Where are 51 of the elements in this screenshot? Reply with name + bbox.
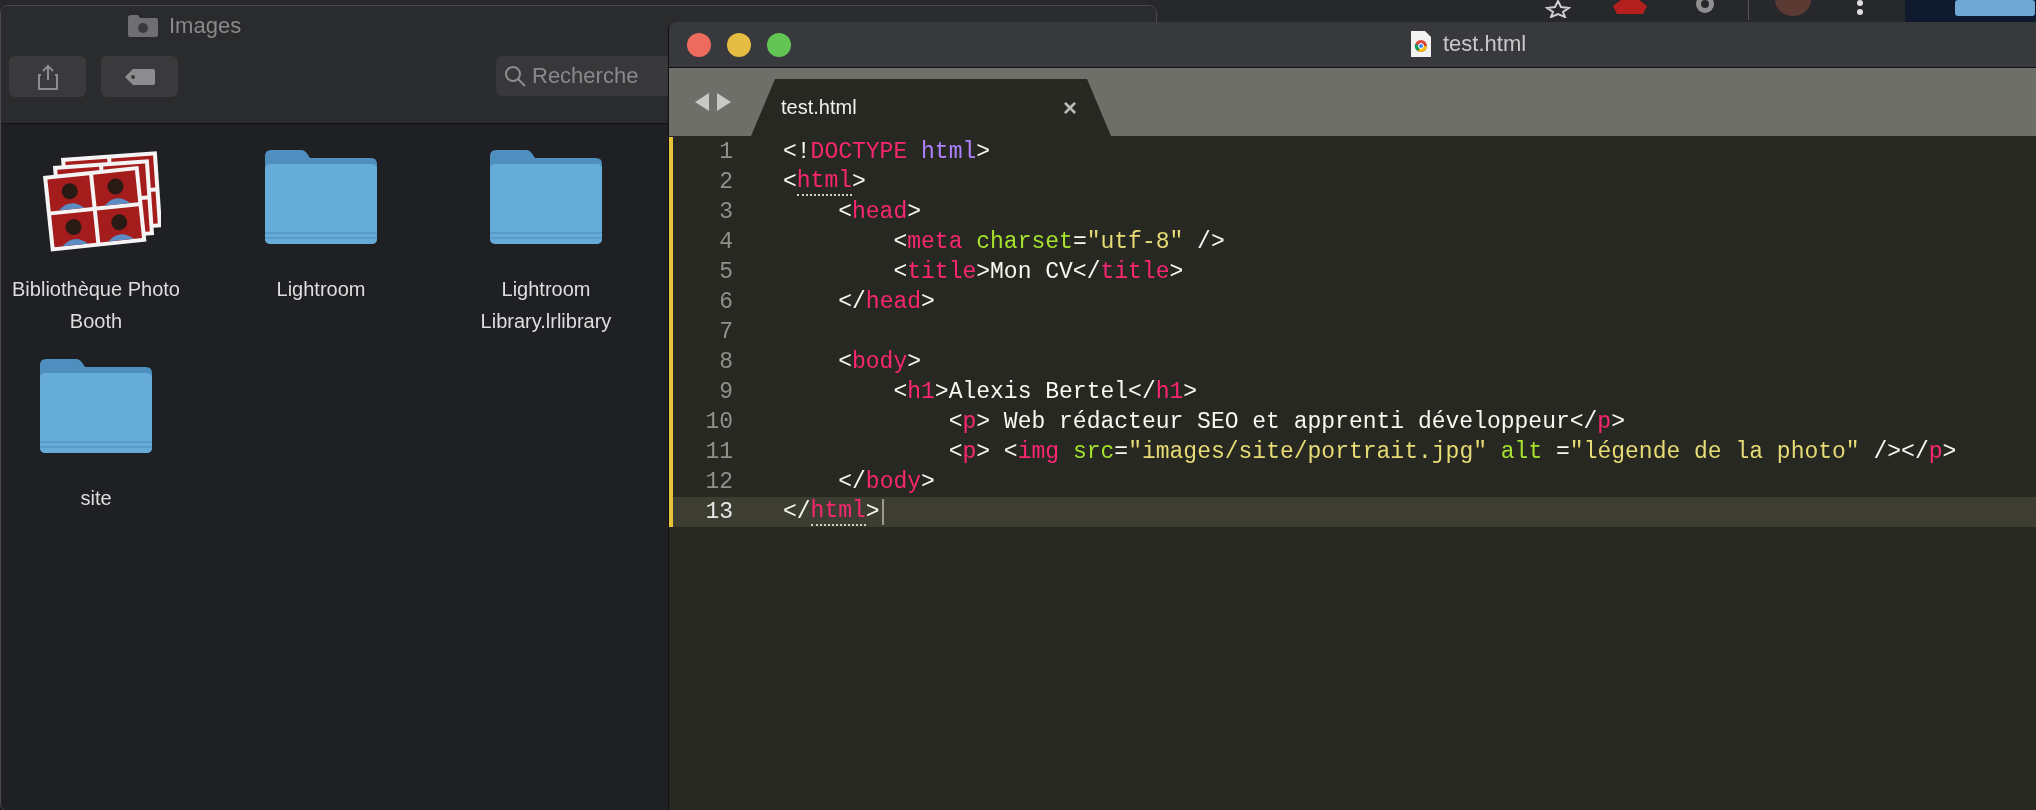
line-number: 1 (718, 139, 734, 165)
code-line: <html> (783, 167, 866, 197)
tag-icon (124, 67, 155, 86)
share-icon (36, 63, 59, 90)
minimize-button[interactable] (727, 32, 751, 57)
code-line: <body> (837, 348, 922, 377)
line-number: 2 (718, 169, 734, 195)
forward-arrow-icon (717, 93, 731, 111)
line-number: 5 (718, 259, 734, 285)
file-name[interactable]: Lightroom (236, 273, 406, 305)
code-line: </body> (837, 468, 935, 497)
line-number: 12 (704, 469, 734, 495)
line-number: 9 (718, 379, 734, 405)
code-line: <title>Mon CV</title> (892, 258, 1184, 287)
share-button[interactable] (9, 56, 86, 97)
code-line: <meta charset="utf-8" /> (892, 228, 1225, 257)
line-number: 3 (718, 199, 734, 225)
code-line: <p> Web rédacteur SEO et apprenti développeur</p> (947, 408, 1625, 437)
search-field[interactable]: Recherche (496, 56, 669, 96)
file-name[interactable]: Bibliothèque Photo Booth (11, 273, 181, 337)
file-tab[interactable]: test.html × (751, 79, 1111, 136)
code-line: </html> (783, 497, 880, 527)
zoom-button[interactable] (767, 32, 791, 57)
code-line: <h1>Alexis Bertel</h1> (892, 378, 1198, 407)
search-icon (504, 65, 526, 87)
line-number: 7 (718, 319, 734, 345)
avatar-icon (1775, 0, 1811, 16)
window-title: Images (169, 13, 242, 39)
tag-button[interactable] (101, 56, 178, 97)
line-number: 11 (704, 439, 734, 465)
close-button[interactable] (687, 32, 711, 57)
star-icon (1545, 0, 1571, 18)
code-line: </head> (837, 288, 935, 317)
line-number: 8 (718, 349, 734, 375)
file-name[interactable]: site (11, 482, 181, 514)
text-cursor (881, 499, 884, 525)
more-icon (1856, 0, 1864, 16)
line-number: 13 (704, 499, 734, 525)
stop-sign-icon (1613, 0, 1647, 14)
file-name[interactable]: Lightroom Library.lrlibrary (461, 273, 631, 337)
code-line: <p> <img src="images/site/portrait.jpg" alt ="légende de la photo" /></p> (947, 438, 1957, 467)
line-number: 10 (704, 409, 734, 435)
code-line: <!DOCTYPE html> (783, 138, 991, 167)
window-title: test.html (1443, 31, 1527, 57)
line-number: 4 (718, 229, 734, 255)
back-arrow-icon (695, 93, 709, 111)
line-number: 6 (718, 289, 734, 315)
close-tab-button[interactable]: × (1063, 93, 1077, 122)
document-icon (1411, 31, 1431, 57)
code-line: <head> (837, 198, 922, 227)
camera-folder-icon (127, 14, 159, 38)
